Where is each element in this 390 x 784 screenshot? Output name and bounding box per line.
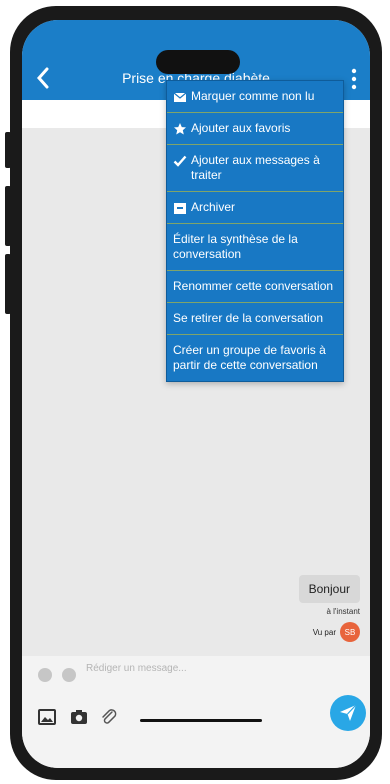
envelope-icon [173, 92, 187, 102]
menu-item-add-to-process[interactable]: Ajouter aux messages à traiter [167, 145, 343, 192]
screen: Prise en charge diabète Bonjour à l'inst… [22, 20, 370, 768]
phone-frame: Prise en charge diabète Bonjour à l'inst… [10, 6, 382, 780]
menu-item-leave[interactable]: Se retirer de la conversation [167, 303, 343, 335]
menu-item-label: Éditer la synthèse de la conversation [173, 232, 298, 261]
read-receipt: Vu par SB [313, 622, 360, 642]
menu-item-add-favorite[interactable]: Ajouter aux favoris [167, 113, 343, 145]
menu-item-label: Se retirer de la conversation [173, 311, 324, 325]
mention-icon[interactable] [62, 668, 76, 682]
more-options-icon[interactable] [348, 66, 360, 92]
image-icon[interactable] [38, 708, 56, 726]
menu-item-label: Archiver [191, 200, 236, 214]
camera-notch [156, 50, 240, 74]
paperclip-icon[interactable] [100, 708, 118, 726]
camera-icon[interactable] [70, 708, 88, 726]
message-bubble[interactable]: Bonjour [298, 575, 360, 603]
archive-icon [174, 203, 186, 214]
message-time: à l'instant [326, 607, 360, 616]
send-icon [340, 704, 357, 721]
menu-item-label: Marquer comme non lu [191, 89, 315, 103]
message-input[interactable]: Rédiger un message... [86, 663, 187, 674]
emoji-icon[interactable] [38, 668, 52, 682]
check-icon [173, 155, 187, 167]
home-indicator [140, 719, 262, 722]
menu-item-label: Renommer cette conversation [173, 279, 334, 293]
menu-item-create-favorites-group[interactable]: Créer un groupe de favoris à partir de c… [167, 335, 343, 381]
menu-item-label: Ajouter aux messages à traiter [191, 153, 320, 182]
menu-item-edit-summary[interactable]: Éditer la synthèse de la conversation [167, 224, 343, 271]
menu-item-mark-unread[interactable]: Marquer comme non lu [167, 81, 343, 113]
menu-item-label: Créer un groupe de favoris à partir de c… [173, 343, 326, 372]
menu-item-label: Ajouter aux favoris [191, 121, 291, 135]
avatar[interactable]: SB [340, 622, 360, 642]
seen-by-label: Vu par [312, 627, 336, 637]
send-button[interactable] [330, 695, 366, 731]
menu-item-rename[interactable]: Renommer cette conversation [167, 271, 343, 303]
back-arrow-icon[interactable] [32, 64, 54, 92]
star-icon [174, 123, 186, 135]
options-menu: Marquer comme non lu Ajouter aux favoris… [166, 80, 344, 382]
menu-item-archive[interactable]: Archiver [167, 192, 343, 224]
